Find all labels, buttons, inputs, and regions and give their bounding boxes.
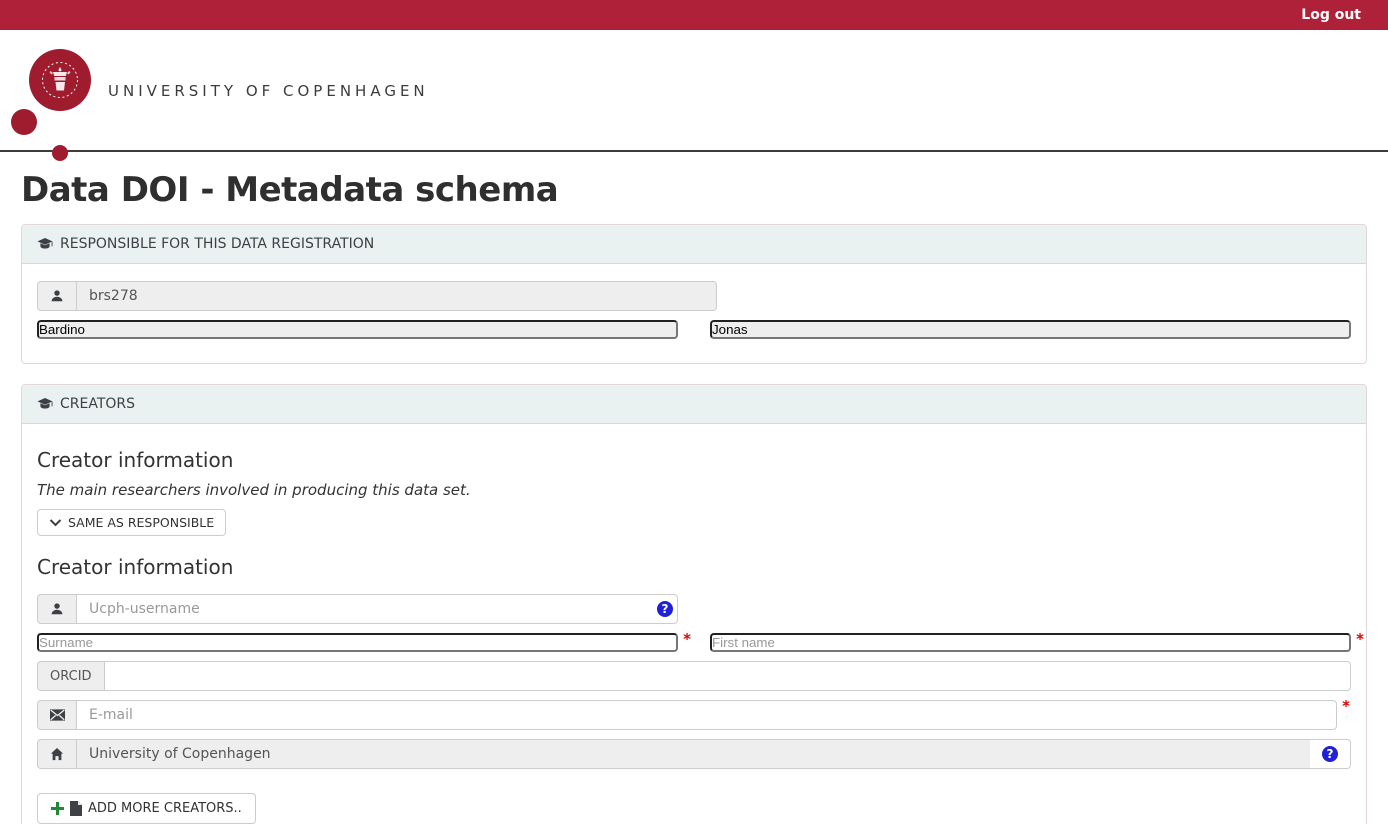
responsible-username-input[interactable] (76, 281, 717, 311)
file-icon (70, 801, 82, 816)
responsible-section: RESPONSIBLE FOR THIS DATA REGISTRATION (21, 224, 1367, 364)
university-name: UNIVERSITY OF COPENHAGEN (108, 30, 429, 152)
logout-link[interactable]: Log out (1301, 7, 1361, 23)
page: Log out UNIVERSITY OF COPENHAGEN Data DO… (0, 0, 1388, 824)
email-field: * (76, 700, 1337, 730)
page-title: Data DOI - Metadata schema (21, 170, 1367, 210)
creators-section: CREATORS Creator information The main re… (21, 384, 1367, 824)
creator-info-heading: Creator information (37, 448, 1351, 472)
firstname-field: * (710, 633, 1351, 652)
orcid-label: ORCID (37, 661, 104, 691)
affiliation-input[interactable] (76, 739, 1310, 769)
graduation-cap-icon (37, 237, 53, 251)
top-bar: Log out (0, 0, 1388, 30)
required-asterisk: * (683, 630, 691, 648)
responsible-surname-input[interactable] (37, 320, 678, 339)
same-as-responsible-label: SAME AS RESPONSIBLE (68, 515, 214, 530)
graduation-cap-icon (37, 397, 53, 411)
creator-info-description: The main researchers involved in produci… (37, 481, 1351, 499)
creator-info-heading-2: Creator information (37, 555, 1351, 579)
seal-crest-icon (37, 57, 83, 103)
creator-email-input[interactable] (76, 700, 1337, 730)
required-asterisk: * (1356, 630, 1364, 648)
decorative-dot-small (52, 145, 68, 161)
surname-field: * (37, 633, 678, 652)
chevron-down-icon (49, 518, 62, 527)
responsible-username-group (37, 281, 717, 311)
creator-firstname-input[interactable] (710, 633, 1351, 652)
creator-username-input[interactable] (76, 594, 678, 624)
responsible-section-title: RESPONSIBLE FOR THIS DATA REGISTRATION (60, 236, 374, 252)
responsible-firstname-input[interactable] (710, 320, 1351, 339)
responsible-section-body (22, 264, 1366, 363)
plus-icon (51, 802, 64, 815)
affiliation-group: ? (37, 739, 1351, 769)
question-help-icon[interactable]: ? (1322, 746, 1338, 762)
email-group: * (37, 700, 1337, 730)
envelope-icon (37, 700, 76, 730)
user-icon (37, 281, 76, 311)
responsible-section-header: RESPONSIBLE FOR THIS DATA REGISTRATION (22, 225, 1366, 264)
required-asterisk: * (1342, 697, 1350, 715)
creators-section-header: CREATORS (22, 385, 1366, 424)
user-icon (37, 594, 76, 624)
decorative-dot-large (11, 109, 37, 135)
orcid-group: ORCID (37, 661, 1351, 691)
home-icon (37, 739, 76, 769)
affiliation-help-addon: ? (1310, 739, 1351, 769)
university-seal-logo (29, 49, 91, 111)
creator-username-group: ? (37, 594, 678, 624)
creators-section-title: CREATORS (60, 396, 135, 412)
question-help-icon[interactable]: ? (657, 601, 673, 617)
same-as-responsible-button[interactable]: SAME AS RESPONSIBLE (37, 509, 226, 536)
site-header: UNIVERSITY OF COPENHAGEN (0, 30, 1388, 152)
add-more-creators-label: ADD MORE CREATORS.. (88, 801, 242, 816)
add-more-creators-button[interactable]: ADD MORE CREATORS.. (37, 793, 256, 824)
creator-surname-input[interactable] (37, 633, 678, 652)
creator-orcid-input[interactable] (104, 661, 1351, 691)
creators-section-body: Creator information The main researchers… (22, 424, 1366, 824)
